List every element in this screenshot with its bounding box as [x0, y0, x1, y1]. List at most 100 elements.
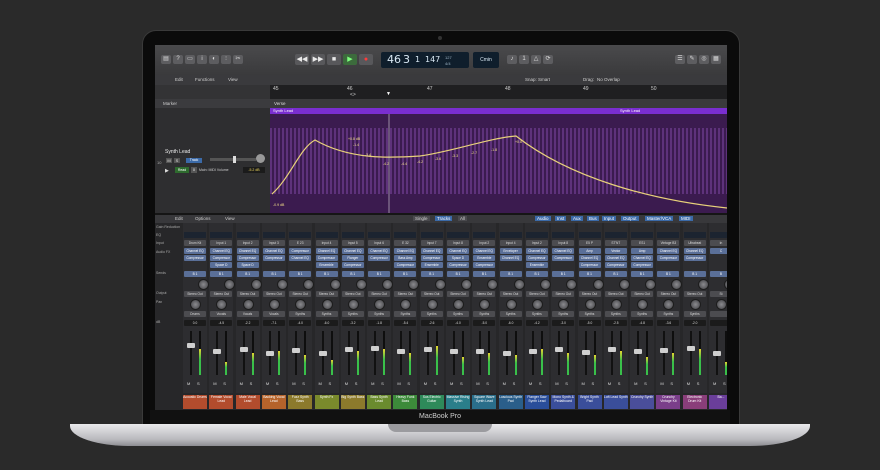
channel-name[interactable]: Luscious Synth Pad — [498, 395, 523, 409]
eq-thumbnail[interactable] — [710, 232, 727, 238]
pan-knob[interactable] — [584, 299, 596, 310]
volume-fader[interactable] — [265, 351, 274, 356]
strip-solo-button[interactable]: S — [618, 381, 621, 386]
strip-solo-button[interactable]: S — [197, 381, 200, 386]
send-knob[interactable] — [355, 279, 367, 290]
strip-solo-button[interactable]: S — [381, 381, 384, 386]
arrangement-row[interactable]: Verse — [270, 99, 727, 108]
volume-fader[interactable] — [634, 349, 643, 355]
tracks-functions-menu[interactable]: Functions — [195, 77, 215, 82]
lcd-display[interactable]: 46 3 1 147 127 4/4 — [381, 52, 469, 68]
channel-name[interactable]: Crunchy Vintage Kit — [656, 395, 681, 409]
channel-name[interactable]: Fuzz Synth Bass — [288, 395, 313, 409]
volume-fader[interactable] — [187, 343, 195, 348]
output-slot[interactable]: Stereo Out — [447, 291, 469, 297]
audio-fx-slot[interactable]: Channel EQ — [499, 255, 522, 261]
help-icon[interactable]: ? — [173, 55, 183, 64]
strip-mute-button[interactable]: M — [266, 381, 269, 386]
pan-knob[interactable] — [347, 299, 359, 310]
fader-track[interactable] — [663, 331, 666, 375]
eq-thumbnail[interactable] — [262, 232, 285, 238]
output-slot[interactable]: Stereo Out — [341, 291, 364, 297]
audio-fx-slot[interactable]: Compressor — [473, 262, 496, 268]
audio-fx-slot[interactable]: Amp — [631, 248, 654, 254]
send-slot[interactable]: B 1 — [289, 271, 312, 277]
filter-audio[interactable]: Audio — [535, 216, 551, 221]
audio-fx-slot[interactable]: Channel EQ — [289, 255, 312, 261]
tracks-view-menu[interactable]: View — [228, 77, 238, 82]
strip-mute-button[interactable]: M — [634, 381, 637, 386]
eq-thumbnail[interactable] — [552, 232, 575, 238]
mixer-icon[interactable]: ⫶ — [221, 55, 231, 64]
eq-thumbnail[interactable] — [210, 232, 233, 238]
browser-icon[interactable]: ▦ — [711, 55, 721, 64]
send-knob[interactable] — [198, 279, 209, 290]
group-slot[interactable] — [710, 311, 727, 317]
filter-bus[interactable]: Bus — [587, 216, 599, 221]
send-slot[interactable]: B 1 — [210, 271, 233, 277]
input-slot[interactable]: Input 8 — [552, 240, 575, 246]
audio-fx-slot[interactable]: Channel EQ — [394, 248, 417, 254]
fader-track[interactable] — [374, 331, 377, 375]
volume-fader[interactable] — [213, 349, 222, 354]
audio-fx-slot[interactable]: Compressor — [210, 255, 233, 261]
volume-fader[interactable] — [502, 351, 511, 356]
eq-thumbnail[interactable] — [236, 232, 259, 238]
volume-fader[interactable] — [581, 350, 590, 356]
group-slot[interactable]: Synths — [683, 311, 706, 317]
audio-fx-slot[interactable]: Channel EQ — [552, 248, 575, 254]
eq-thumbnail[interactable] — [525, 232, 548, 238]
input-slot[interactable]: Input 5 — [341, 240, 364, 246]
group-slot[interactable]: Vocals — [236, 311, 259, 317]
channel-name[interactable]: Acoustic Drums — [183, 395, 207, 409]
strip-mute-button[interactable]: M — [476, 381, 479, 386]
filter-output[interactable]: Output — [621, 216, 639, 221]
strip-mute-button[interactable]: M — [582, 381, 585, 386]
audio-fx-slot[interactable]: Compressor — [420, 255, 443, 261]
eq-thumbnail[interactable] — [368, 232, 391, 238]
channel-name[interactable]: Flanger Saw Synth Lead — [524, 395, 549, 409]
send-slot[interactable]: B 1 — [499, 271, 522, 277]
strip-mute-button[interactable]: M — [292, 381, 295, 386]
strip-mute-button[interactable]: M — [660, 381, 663, 386]
input-slot[interactable]: Input 3 — [262, 240, 285, 246]
automation-mode[interactable]: Read — [175, 167, 189, 173]
input-slot[interactable]: Input 1 — [210, 240, 233, 246]
output-slot[interactable]: Stereo Out — [210, 291, 233, 297]
channel-name[interactable]: Ba... — [709, 395, 727, 409]
output-slot[interactable]: Stereo Out — [578, 291, 601, 297]
volume-fader[interactable] — [344, 347, 353, 352]
fader-track[interactable] — [426, 331, 429, 375]
audio-fx-slot[interactable]: Compressor — [604, 262, 627, 268]
audio-fx-slot[interactable]: Ensemble — [315, 262, 338, 268]
audio-fx-slot[interactable]: Channel EQ — [262, 248, 285, 254]
strip-solo-button[interactable]: S — [460, 381, 463, 386]
channel-name[interactable]: Big Synth Bass — [340, 395, 365, 409]
volume-fader[interactable] — [555, 347, 564, 352]
play-button[interactable]: ▶ — [343, 54, 357, 65]
strip-mute-button[interactable]: M — [503, 381, 506, 386]
pan-knob[interactable] — [531, 299, 543, 310]
strip-solo-button[interactable]: S — [697, 381, 700, 386]
strip-solo-button[interactable]: S — [407, 381, 410, 386]
output-slot[interactable]: Stereo Out — [315, 291, 338, 297]
strip-mute-button[interactable]: M — [424, 381, 427, 386]
group-slot[interactable]: Synths — [552, 311, 575, 317]
fader-track[interactable] — [689, 331, 692, 375]
group-slot[interactable]: Synths — [368, 311, 391, 317]
audio-fx-slot[interactable]: Compressor — [631, 262, 654, 268]
volume-fader[interactable] — [686, 346, 695, 352]
output-slot[interactable]: Stereo Out — [368, 291, 391, 297]
input-slot[interactable]: Drum Kit — [184, 240, 206, 246]
output-slot[interactable]: Stereo Out — [683, 291, 706, 297]
list-editors-icon[interactable]: ☰ — [675, 55, 685, 64]
audio-fx-slot[interactable]: C — [710, 248, 727, 254]
input-slot[interactable]: Input 4 — [315, 240, 338, 246]
group-slot[interactable]: Vocals — [262, 311, 285, 317]
volume-fader[interactable] — [397, 349, 406, 354]
eq-thumbnail[interactable] — [499, 232, 522, 238]
audio-fx-slot[interactable]: Channel EQ — [315, 248, 338, 254]
output-slot[interactable]: Stereo Out — [184, 291, 206, 297]
audio-fx-slot[interactable]: Flanger — [341, 255, 364, 261]
channel-name[interactable]: Crunchy Synth — [630, 395, 655, 409]
